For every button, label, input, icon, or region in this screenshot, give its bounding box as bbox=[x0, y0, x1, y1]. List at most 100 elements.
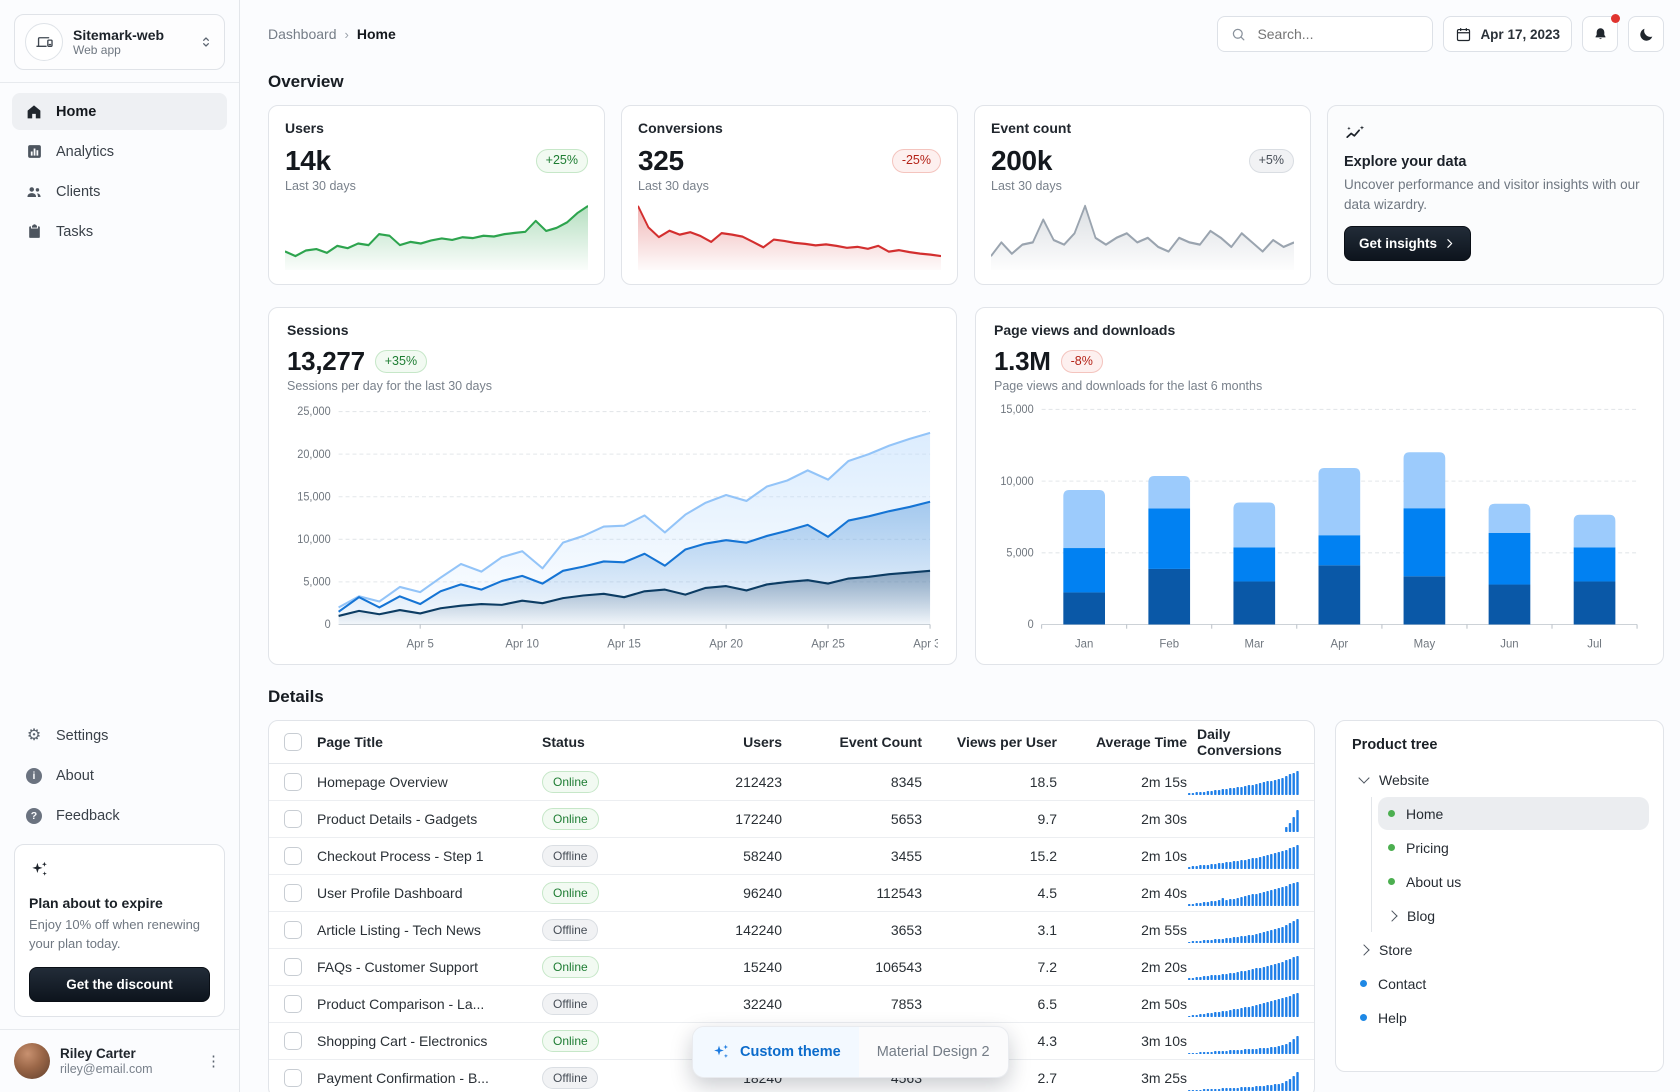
svg-text:0: 0 bbox=[1028, 619, 1034, 631]
tree-item-contact[interactable]: Contact bbox=[1350, 967, 1649, 1000]
get-insights-label: Get insights bbox=[1359, 236, 1437, 251]
sidebar-item-tasks[interactable]: Tasks bbox=[12, 213, 227, 250]
page-views-title: Page views and downloads bbox=[994, 322, 1645, 338]
svg-text:Apr 25: Apr 25 bbox=[811, 637, 845, 650]
svg-text:Jan: Jan bbox=[1075, 637, 1093, 650]
breadcrumb-separator-icon: › bbox=[345, 27, 349, 42]
svg-text:0: 0 bbox=[325, 619, 331, 631]
svg-text:10,000: 10,000 bbox=[297, 534, 330, 546]
sidebar-item-clients[interactable]: Clients bbox=[12, 173, 227, 210]
row-checkbox[interactable] bbox=[284, 773, 302, 791]
tree-item-help[interactable]: Help bbox=[1350, 1001, 1649, 1034]
events-cell: 5653 bbox=[782, 811, 922, 827]
status-cell: Online bbox=[542, 771, 662, 793]
svg-text:Mar: Mar bbox=[1244, 637, 1264, 650]
tree-item-blog[interactable]: Blog bbox=[1378, 899, 1649, 932]
search-input[interactable] bbox=[1255, 25, 1420, 43]
sidebar: Sitemark-web Web app Home Analytics Client… bbox=[0, 0, 240, 1092]
tree-item-home[interactable]: Home bbox=[1378, 797, 1649, 830]
get-discount-button[interactable]: Get the discount bbox=[29, 967, 210, 1002]
calendar-icon bbox=[1455, 26, 1472, 43]
svg-text:25,000: 25,000 bbox=[297, 406, 330, 418]
users-cell: 96240 bbox=[662, 885, 782, 901]
column-header-views-per-user: Views per User bbox=[922, 734, 1057, 750]
notifications-button[interactable] bbox=[1582, 16, 1618, 52]
tree-item-label: Help bbox=[1378, 1010, 1407, 1026]
users-cell: 212423 bbox=[662, 774, 782, 790]
table-row: Article Listing - Tech NewsOffline142240… bbox=[269, 912, 1314, 949]
views-cell: 9.7 bbox=[922, 811, 1057, 827]
select-all-checkbox[interactable] bbox=[284, 733, 302, 751]
page-views-chip: -8% bbox=[1061, 350, 1103, 373]
table-row: FAQs - Customer SupportOnline15240106543… bbox=[269, 949, 1314, 986]
tree-item-about-us[interactable]: About us bbox=[1378, 865, 1649, 898]
trend-chip: +25% bbox=[536, 149, 588, 172]
row-checkbox[interactable] bbox=[284, 847, 302, 865]
analytics-icon bbox=[24, 143, 44, 160]
status-cell: Online bbox=[542, 956, 662, 978]
stat-card-users: Users14k+25%Last 30 days bbox=[268, 105, 605, 285]
sidebar-item-label: Analytics bbox=[56, 144, 114, 160]
event-count-sparkline bbox=[991, 201, 1294, 270]
tree-item-pricing[interactable]: Pricing bbox=[1378, 831, 1649, 864]
main-content: Dashboard › Home Apr 17, 2023 bbox=[240, 0, 1680, 1092]
user-menu-kebab-icon[interactable]: ⋮ bbox=[202, 1048, 225, 1074]
sidebar-item-about[interactable]: iAbout bbox=[12, 757, 227, 794]
get-insights-button[interactable]: Get insights bbox=[1344, 226, 1471, 261]
row-checkbox[interactable] bbox=[284, 921, 302, 939]
workspace-selector[interactable]: Sitemark-web Web app bbox=[14, 14, 225, 70]
views-cell: 15.2 bbox=[922, 848, 1057, 864]
material-design-2-toggle[interactable]: Material Design 2 bbox=[859, 1027, 1008, 1077]
stat-caption: Last 30 days bbox=[285, 179, 588, 193]
page-views-caption: Page views and downloads for the last 6 … bbox=[994, 379, 1645, 393]
date-picker-button[interactable]: Apr 17, 2023 bbox=[1443, 16, 1572, 52]
row-checkbox[interactable] bbox=[284, 1069, 302, 1087]
svg-text:15,000: 15,000 bbox=[1000, 404, 1033, 416]
breadcrumb-dashboard[interactable]: Dashboard bbox=[268, 26, 337, 42]
svg-text:5,000: 5,000 bbox=[303, 576, 330, 588]
row-checkbox[interactable] bbox=[284, 995, 302, 1013]
column-header-event-count: Event Count bbox=[782, 734, 922, 750]
tree-item-website[interactable]: Website bbox=[1350, 763, 1649, 796]
breadcrumb: Dashboard › Home bbox=[268, 26, 396, 42]
stat-value: 325 bbox=[638, 145, 684, 177]
custom-theme-label: Custom theme bbox=[740, 1044, 841, 1060]
sidebar-item-analytics[interactable]: Analytics bbox=[12, 133, 227, 170]
overview-heading: Overview bbox=[268, 72, 1664, 92]
stat-value: 14k bbox=[285, 145, 331, 177]
row-checkbox[interactable] bbox=[284, 810, 302, 828]
chevron-right-icon bbox=[1386, 910, 1397, 921]
page-title-cell: FAQs - Customer Support bbox=[317, 959, 542, 975]
row-checkbox[interactable] bbox=[284, 1032, 302, 1050]
row-checkbox-cell bbox=[269, 995, 317, 1013]
status-badge: Offline bbox=[542, 845, 598, 867]
users-cell: 142240 bbox=[662, 922, 782, 938]
custom-theme-toggle[interactable]: Custom theme bbox=[693, 1027, 859, 1077]
users-sparkline bbox=[285, 201, 588, 270]
tree-item-store[interactable]: Store bbox=[1350, 933, 1649, 966]
user-email: riley@email.com bbox=[60, 1062, 153, 1076]
tasks-icon bbox=[24, 223, 44, 240]
row-checkbox[interactable] bbox=[284, 958, 302, 976]
sidebar-item-settings[interactable]: ⚙Settings bbox=[12, 717, 227, 754]
sidebar-item-feedback[interactable]: ?Feedback bbox=[12, 797, 227, 834]
views-cell: 3.1 bbox=[922, 922, 1057, 938]
sidebar-item-label: Tasks bbox=[56, 224, 93, 240]
events-cell: 106543 bbox=[782, 959, 922, 975]
row-checkbox-cell bbox=[269, 921, 317, 939]
trend-chip: +5% bbox=[1249, 149, 1294, 172]
dark-mode-toggle[interactable] bbox=[1628, 16, 1664, 52]
daily-conversions-sparkbar bbox=[1187, 1029, 1314, 1054]
views-cell: 7.2 bbox=[922, 959, 1057, 975]
svg-text:Apr: Apr bbox=[1330, 637, 1348, 650]
row-checkbox[interactable] bbox=[284, 884, 302, 902]
daily-conversions-sparkbar bbox=[1187, 807, 1314, 832]
svg-text:Feb: Feb bbox=[1159, 637, 1179, 650]
tree-item-label: Blog bbox=[1407, 908, 1435, 924]
sidebar-bottom: ⚙SettingsiAbout?Feedback Plan about to e… bbox=[0, 717, 239, 1092]
user-name: Riley Carter bbox=[60, 1046, 153, 1063]
sidebar-item-home[interactable]: Home bbox=[12, 93, 227, 130]
daily-conversions-sparkbar bbox=[1187, 1066, 1314, 1091]
tree-item-label: Website bbox=[1379, 772, 1429, 788]
tree-item-label: Contact bbox=[1378, 976, 1426, 992]
